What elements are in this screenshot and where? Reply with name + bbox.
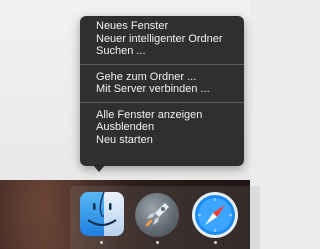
menu-item-show-all-windows[interactable]: Alle Fenster anzeigen <box>80 109 244 122</box>
menu-pointer-arrow <box>93 165 105 172</box>
safari-icon[interactable] <box>192 192 238 238</box>
menu-item-connect-to-server[interactable]: Mit Server verbinden ... <box>80 83 244 96</box>
menu-item-find[interactable]: Suchen ... <box>80 45 244 58</box>
finder-running-indicator <box>100 241 103 244</box>
menu-separator <box>80 101 244 103</box>
menu-item-new-smart-folder[interactable]: Neuer intelligenter Ordner <box>80 33 244 46</box>
finder-dock-context-menu: Neues Fenster Neuer intelligenter Ordner… <box>80 16 244 166</box>
menu-item-relaunch[interactable]: Neu starten <box>80 134 244 147</box>
menu-item-go-to-folder[interactable]: Gehe zum Ordner ... <box>80 71 244 84</box>
launchpad-icon[interactable] <box>135 193 179 237</box>
menu-separator <box>80 63 244 65</box>
menu-item-new-window[interactable]: Neues Fenster <box>80 20 244 33</box>
safari-running-indicator <box>214 241 217 244</box>
menu-item-hide[interactable]: Ausblenden <box>80 121 244 134</box>
launchpad-running-indicator <box>156 241 159 244</box>
finder-icon[interactable] <box>80 192 124 236</box>
